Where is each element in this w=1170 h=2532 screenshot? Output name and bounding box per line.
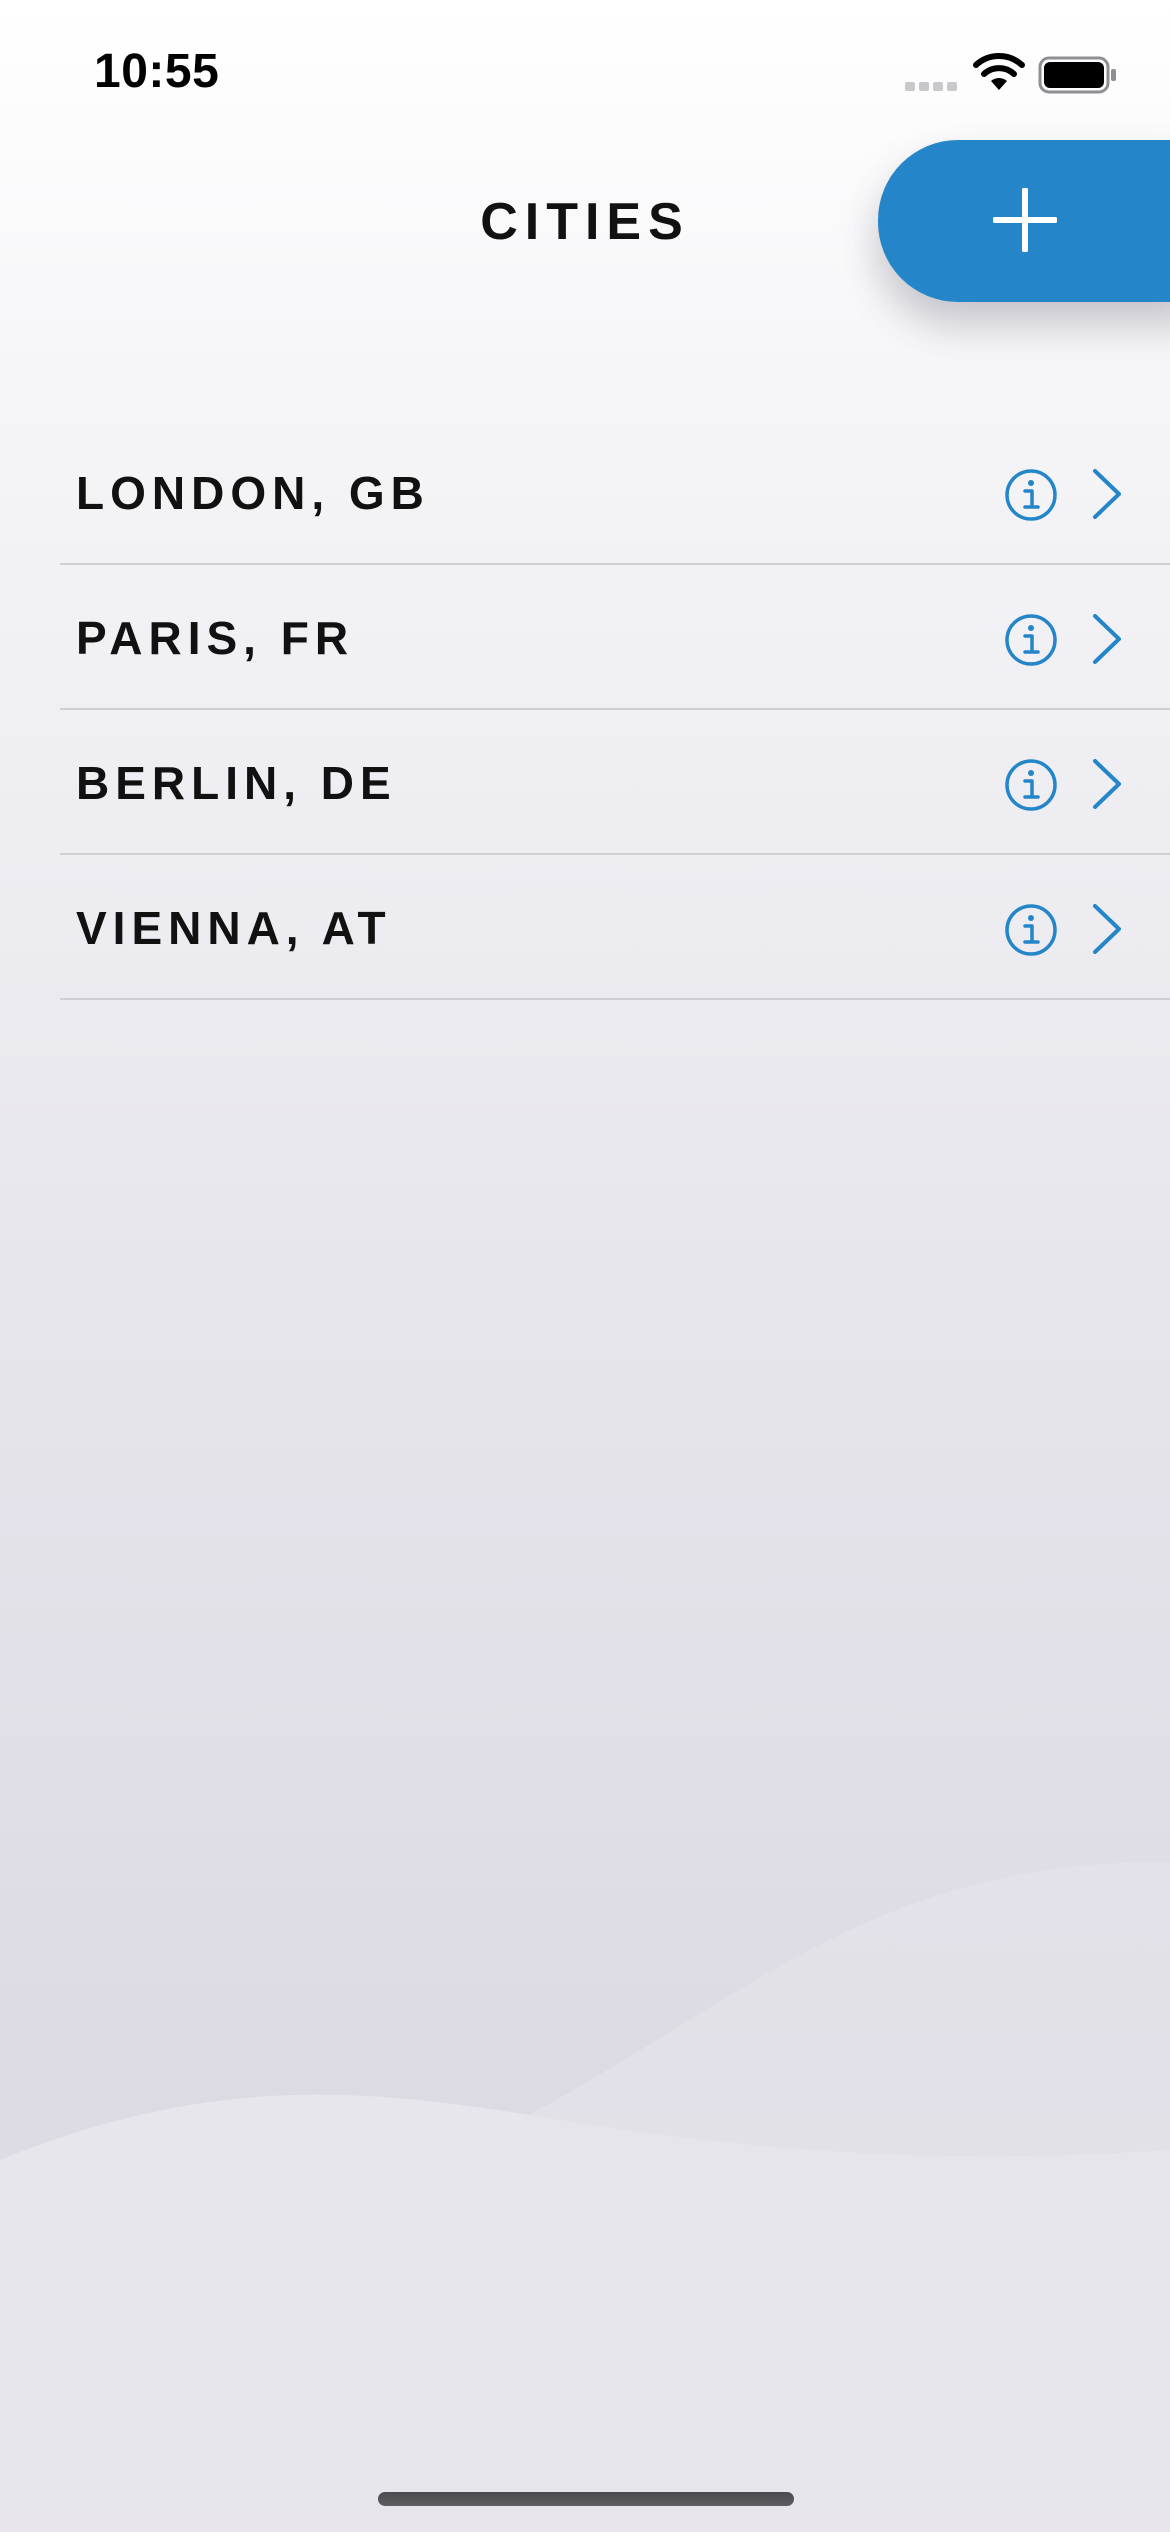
- wifi-icon: [973, 53, 1025, 90]
- info-circle-icon[interactable]: [1004, 613, 1058, 667]
- status-bar: 10:55: [0, 0, 1170, 150]
- info-circle-icon[interactable]: [1004, 903, 1058, 957]
- battery-full-icon: [1038, 56, 1116, 94]
- status-time: 10:55: [94, 45, 220, 98]
- city-row-paris[interactable]: PARIS, FR: [0, 565, 1170, 710]
- add-city-button[interactable]: [878, 140, 1170, 302]
- chevron-right-icon: [1093, 469, 1121, 519]
- city-row-berlin[interactable]: BERLIN, DE: [0, 710, 1170, 855]
- background-wave: [0, 1820, 1170, 2532]
- city-name: BERLIN, DE: [76, 757, 397, 809]
- info-circle-icon[interactable]: [1004, 468, 1058, 522]
- chevron-right-icon: [1093, 904, 1121, 954]
- plus-icon: [993, 188, 1057, 252]
- city-name: LONDON, GB: [76, 467, 430, 519]
- info-circle-icon[interactable]: [1004, 758, 1058, 812]
- cities-screen: 10:55 CITIES LONDON, GB PARIS, FR BERLIN…: [0, 0, 1170, 2532]
- city-name: PARIS, FR: [76, 612, 355, 664]
- home-indicator[interactable]: [378, 2492, 794, 2506]
- city-name: VIENNA, AT: [76, 902, 392, 954]
- chevron-right-icon: [1093, 759, 1121, 809]
- city-list: LONDON, GB PARIS, FR BERLIN, DE VIENNA, …: [0, 420, 1170, 1000]
- city-row-london[interactable]: LONDON, GB: [0, 420, 1170, 565]
- chevron-right-icon: [1093, 614, 1121, 664]
- city-row-vienna[interactable]: VIENNA, AT: [0, 855, 1170, 1000]
- signal-bars-icon: [905, 82, 957, 91]
